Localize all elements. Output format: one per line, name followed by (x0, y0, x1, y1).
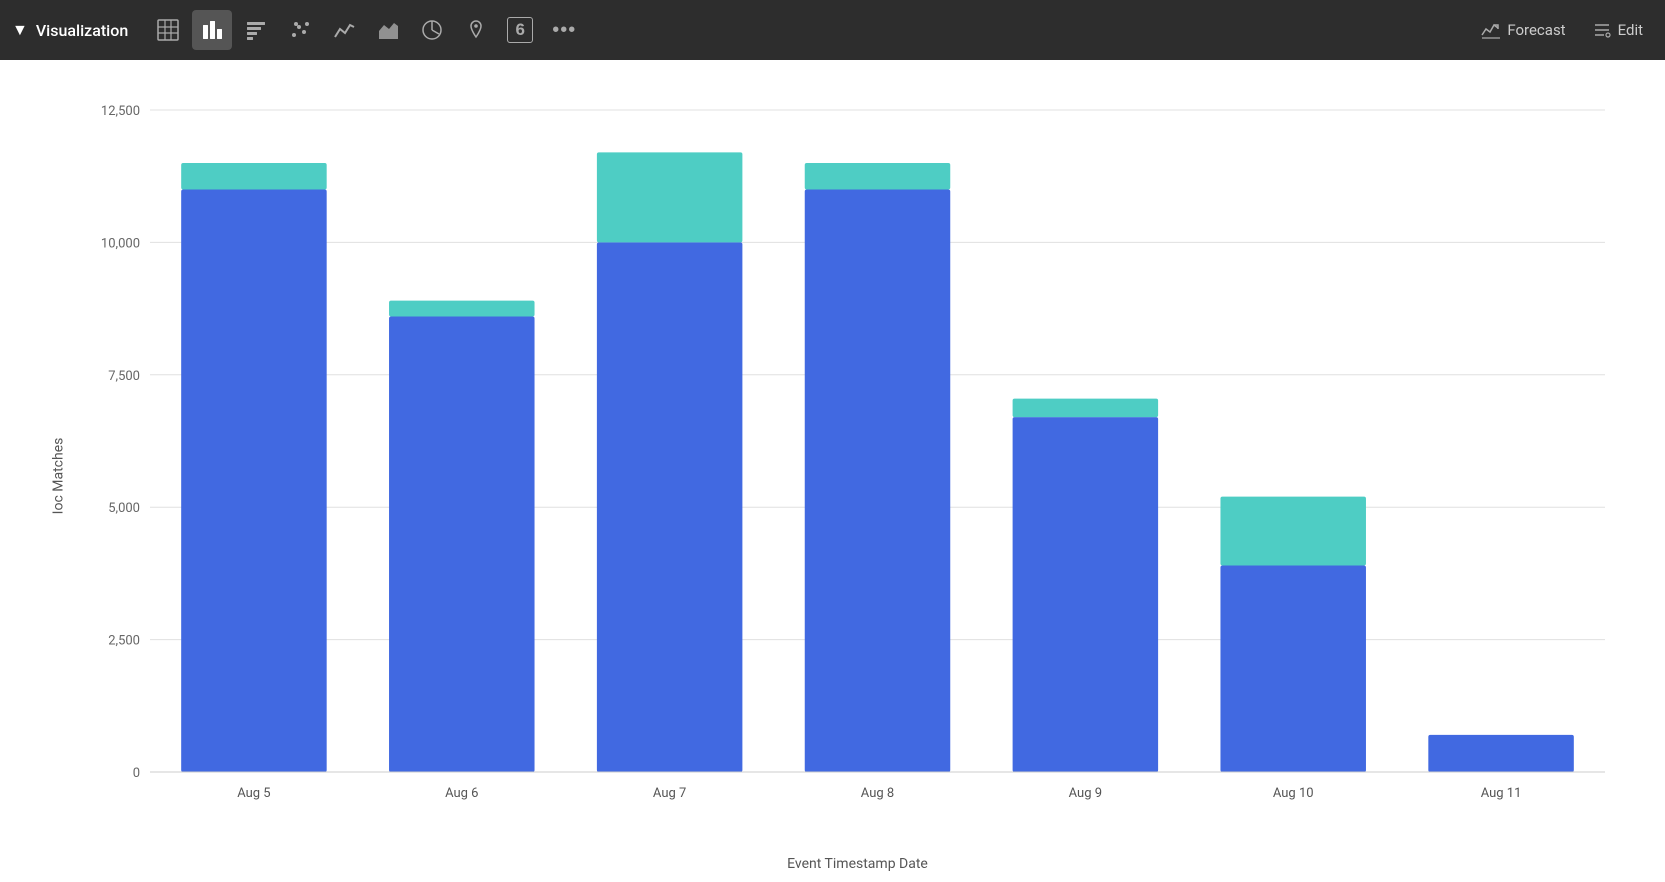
pie-icon-btn[interactable] (412, 10, 452, 50)
forecast-label: Forecast (1507, 21, 1565, 39)
y-axis-label: Ioc Matches (50, 438, 66, 515)
more-icon-btn[interactable]: ••• (544, 10, 584, 50)
bar-chart-icon-btn[interactable] (192, 10, 232, 50)
svg-text:Aug 6: Aug 6 (445, 786, 478, 801)
x-axis-label: Event Timestamp Date (787, 856, 928, 872)
area-icon-btn[interactable] (368, 10, 408, 50)
table-icon-btn[interactable] (148, 10, 188, 50)
svg-text:10,000: 10,000 (101, 236, 140, 251)
toolbar: ▼ Visualization (0, 0, 1665, 60)
svg-text:Aug 10: Aug 10 (1273, 786, 1314, 801)
map-icon-btn[interactable] (456, 10, 496, 50)
ellipsis-icon: ••• (552, 19, 576, 42)
line-icon-btn[interactable] (324, 10, 364, 50)
svg-text:Aug 8: Aug 8 (861, 786, 894, 801)
svg-text:Aug 7: Aug 7 (653, 786, 686, 801)
number-6-icon: 6 (507, 17, 533, 43)
chart-container: Ioc Matches 0 2,500 5,000 7,500 10,000 12,500… (0, 60, 1665, 882)
edit-icon (1592, 20, 1612, 40)
scatter-icon-btn[interactable] (280, 10, 320, 50)
chevron-down-icon: ▼ (12, 20, 28, 40)
svg-text:2,500: 2,500 (108, 634, 140, 649)
chart-inner: Ioc Matches 02,5005,0007,50010,00012,500… (80, 90, 1635, 862)
visualization-label: Visualization (36, 21, 128, 40)
visualization-menu[interactable]: ▼ Visualization (12, 20, 136, 40)
chart-svg: 0 2,500 5,000 7,500 10,000 12,500 Aug 5 Aug 6 Au… (80, 90, 1635, 822)
toolbar-right: Forecast Edit (1471, 14, 1653, 46)
edit-label: Edit (1618, 21, 1643, 39)
svg-text:5,000: 5,000 (108, 501, 140, 516)
svg-text:7,500: 7,500 (108, 369, 140, 384)
sorted-bar-icon-btn[interactable] (236, 10, 276, 50)
svg-text:0: 0 (133, 766, 140, 781)
number-icon-btn[interactable]: 6 (500, 10, 540, 50)
svg-text:Aug 11: Aug 11 (1481, 786, 1522, 801)
svg-text:Aug 5: Aug 5 (237, 786, 270, 801)
forecast-button[interactable]: Forecast (1471, 14, 1575, 46)
svg-text:12,500: 12,500 (101, 104, 140, 119)
forecast-icon (1481, 20, 1501, 40)
svg-text:Aug 9: Aug 9 (1069, 786, 1102, 801)
edit-button[interactable]: Edit (1582, 14, 1653, 46)
